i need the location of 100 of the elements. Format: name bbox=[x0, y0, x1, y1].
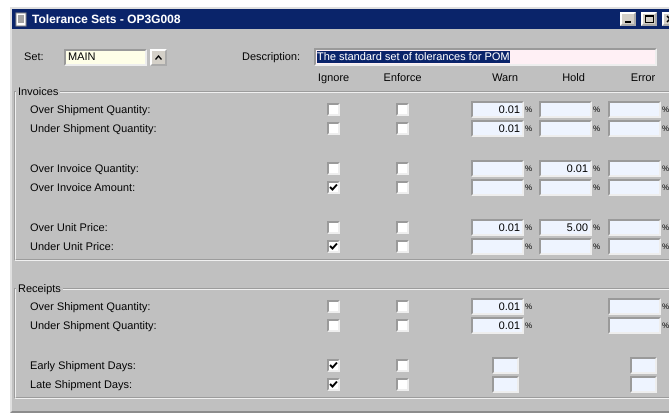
column-header: Enforce bbox=[384, 72, 422, 84]
percent-sign: % bbox=[662, 321, 669, 330]
percent-field[interactable]: 0.01 bbox=[471, 298, 524, 315]
checkbox[interactable] bbox=[396, 319, 409, 332]
percent-field[interactable] bbox=[471, 179, 524, 196]
lookup-button[interactable] bbox=[150, 48, 167, 66]
checkbox[interactable] bbox=[327, 122, 340, 135]
checkbox[interactable] bbox=[327, 359, 340, 372]
caret-icon bbox=[155, 54, 162, 60]
percent-sign: % bbox=[525, 105, 532, 114]
maximize-icon bbox=[644, 15, 654, 23]
percent-field[interactable] bbox=[608, 160, 661, 177]
checkmark-icon bbox=[329, 242, 338, 251]
percent-field[interactable]: 5.00 bbox=[539, 219, 592, 236]
percent-field[interactable] bbox=[539, 179, 592, 196]
checkbox[interactable] bbox=[327, 181, 340, 194]
days-field[interactable] bbox=[630, 357, 656, 374]
percent-field[interactable]: 0.01 bbox=[539, 160, 592, 177]
percent-field[interactable] bbox=[539, 120, 592, 137]
percent-field[interactable] bbox=[608, 298, 661, 315]
checkbox[interactable] bbox=[396, 240, 409, 253]
days-field[interactable] bbox=[492, 357, 518, 374]
checkbox[interactable] bbox=[396, 221, 409, 234]
group-title: Receipts bbox=[17, 283, 62, 295]
percent-field[interactable] bbox=[539, 101, 592, 118]
checkbox[interactable] bbox=[396, 162, 409, 175]
column-header: Error bbox=[630, 72, 656, 84]
checkbox[interactable] bbox=[327, 162, 340, 175]
percent-sign: % bbox=[662, 242, 669, 251]
percent-sign: % bbox=[662, 105, 669, 114]
row-label: Under Shipment Quantity: bbox=[30, 122, 158, 134]
percent-sign: % bbox=[662, 164, 669, 173]
row-label: Late Shipment Days: bbox=[30, 378, 134, 390]
document-icon bbox=[15, 12, 27, 26]
percent-sign: % bbox=[662, 302, 669, 311]
column-header: Hold bbox=[562, 72, 585, 84]
percent-sign: % bbox=[593, 183, 600, 192]
checkmark-icon bbox=[329, 361, 338, 370]
checkmark-icon bbox=[329, 380, 338, 389]
minimize-button[interactable] bbox=[620, 12, 636, 26]
percent-field[interactable]: 0.01 bbox=[471, 101, 524, 118]
row-label: Early Shipment Days: bbox=[30, 360, 137, 372]
percent-sign: % bbox=[593, 105, 600, 114]
description-label: Description: bbox=[242, 51, 302, 63]
checkbox[interactable] bbox=[327, 300, 340, 313]
row-label: Under Shipment Quantity: bbox=[30, 320, 158, 332]
column-header: Ignore bbox=[318, 72, 350, 84]
percent-sign: % bbox=[525, 242, 532, 251]
percent-field[interactable] bbox=[608, 179, 661, 196]
percent-sign: % bbox=[525, 302, 532, 311]
days-field[interactable] bbox=[492, 376, 518, 393]
percent-field[interactable]: 0.01 bbox=[471, 317, 524, 334]
row-label: Over Shipment Quantity: bbox=[30, 300, 152, 312]
checkbox[interactable] bbox=[327, 319, 340, 332]
percent-sign: % bbox=[662, 183, 669, 192]
percent-sign: % bbox=[525, 124, 532, 133]
row-label: Over Shipment Quantity: bbox=[30, 104, 152, 116]
percent-sign: % bbox=[593, 164, 600, 173]
row-label: Over Invoice Amount: bbox=[30, 182, 136, 194]
checkmark-icon bbox=[329, 183, 338, 192]
percent-field[interactable] bbox=[471, 160, 524, 177]
percent-field[interactable] bbox=[608, 238, 661, 255]
checkbox[interactable] bbox=[327, 378, 340, 391]
checkbox[interactable] bbox=[396, 300, 409, 313]
percent-sign: % bbox=[662, 223, 669, 232]
percent-field[interactable] bbox=[608, 101, 661, 118]
column-header: Warn bbox=[492, 72, 518, 84]
description-field[interactable]: The standard set of tolerances for POM bbox=[314, 48, 657, 66]
row-label: Over Unit Price: bbox=[30, 222, 109, 234]
group-title: Invoices bbox=[17, 86, 60, 98]
percent-sign: % bbox=[525, 183, 532, 192]
checkbox[interactable] bbox=[396, 378, 409, 391]
checkbox[interactable] bbox=[396, 122, 409, 135]
percent-field[interactable]: 0.01 bbox=[471, 120, 524, 137]
window-title: Tolerance Sets - OP3G008 bbox=[32, 12, 182, 26]
percent-field[interactable] bbox=[471, 238, 524, 255]
percent-sign: % bbox=[662, 124, 669, 133]
maximize-button[interactable] bbox=[641, 12, 657, 26]
checkbox[interactable] bbox=[327, 240, 340, 253]
days-field[interactable] bbox=[630, 376, 656, 393]
percent-field[interactable] bbox=[608, 317, 661, 334]
percent-sign: % bbox=[593, 223, 600, 232]
percent-sign: % bbox=[525, 223, 532, 232]
percent-sign: % bbox=[525, 321, 532, 330]
checkbox[interactable] bbox=[396, 359, 409, 372]
percent-field[interactable]: 0.01 bbox=[471, 219, 524, 236]
percent-field[interactable] bbox=[608, 120, 661, 137]
checkbox[interactable] bbox=[327, 221, 340, 234]
checkbox[interactable] bbox=[327, 103, 340, 116]
percent-sign: % bbox=[593, 242, 600, 251]
checkbox[interactable] bbox=[396, 181, 409, 194]
percent-field[interactable] bbox=[608, 219, 661, 236]
percent-field[interactable] bbox=[539, 238, 592, 255]
checkbox[interactable] bbox=[396, 103, 409, 116]
set-label: Set: bbox=[24, 51, 45, 63]
row-label: Under Unit Price: bbox=[30, 240, 115, 252]
percent-sign: % bbox=[525, 164, 532, 173]
percent-sign: % bbox=[593, 124, 600, 133]
row-label: Over Invoice Quantity: bbox=[30, 162, 140, 174]
set-field[interactable]: MAIN bbox=[64, 48, 147, 66]
